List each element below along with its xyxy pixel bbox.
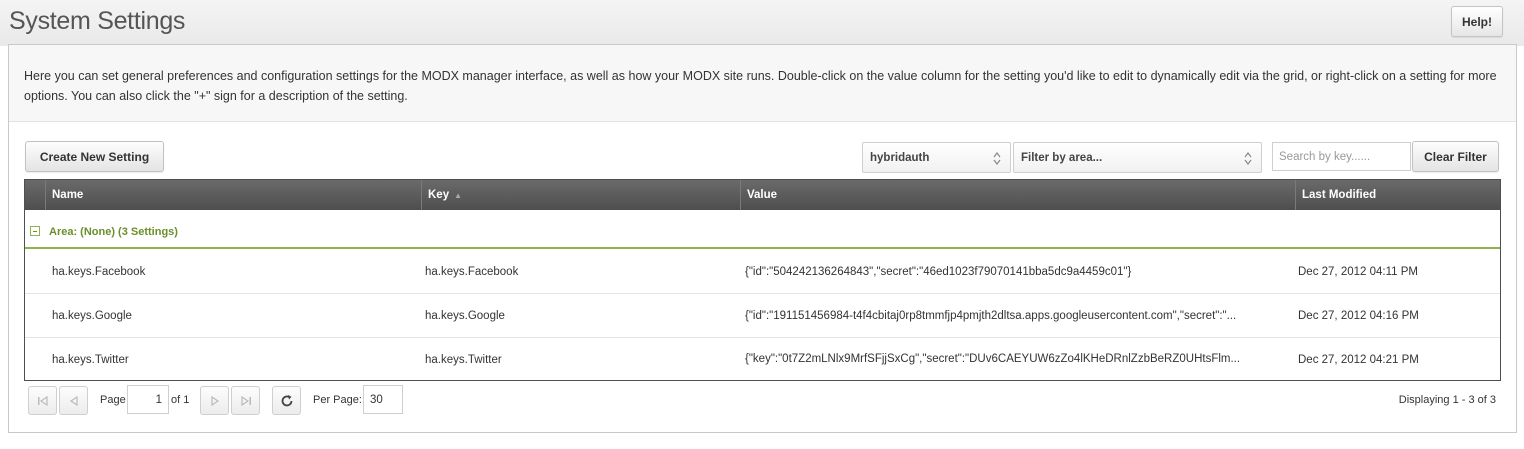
cell-last-modified: Dec 27, 2012 04:16 PM [1298, 310, 1419, 322]
prev-page-icon [69, 395, 78, 406]
page-total-label: of 1 [171, 394, 190, 406]
description-text: Here you can set general preferences and… [24, 69, 1497, 103]
cell-key: ha.keys.Facebook [425, 266, 519, 278]
cell-name: ha.keys.Facebook [52, 266, 146, 278]
select-arrows-icon [993, 152, 1001, 165]
refresh-button[interactable] [272, 386, 301, 415]
select-arrows-icon [1244, 152, 1252, 165]
grid-header: Name Key ▲ Value Last Modified [25, 180, 1500, 210]
group-header-row[interactable]: Area: (None) (3 Settings) [25, 210, 1500, 249]
first-page-icon [37, 395, 48, 406]
column-header-last-modified[interactable]: Last Modified [1295, 180, 1500, 210]
area-filter-select[interactable]: Filter by area... [1013, 142, 1262, 173]
column-header-value[interactable]: Value [740, 180, 1295, 210]
namespace-select-value: hybridauth [870, 151, 930, 164]
cell-value[interactable]: {"id":"191151456984-t4f4cbitaj0rp8tmmfjp… [745, 295, 1275, 337]
cell-last-modified: Dec 27, 2012 04:11 PM [1298, 266, 1418, 278]
description-box: Here you can set general preferences and… [9, 45, 1516, 122]
settings-grid: Name Key ▲ Value Last Modified Area: (No… [24, 179, 1501, 381]
expander-column-header [25, 180, 45, 210]
table-row[interactable]: ha.keys.Twitter ha.keys.Twitter {"key":"… [25, 338, 1500, 380]
cell-last-modified: Dec 27, 2012 04:21 PM [1298, 353, 1419, 366]
displaying-count: Displaying 1 - 3 of 3 [1398, 394, 1496, 406]
cell-name: ha.keys.Google [52, 310, 132, 322]
column-header-name[interactable]: Name [45, 180, 421, 210]
table-row[interactable]: ha.keys.Google ha.keys.Google {"id":"191… [25, 295, 1500, 338]
first-page-button[interactable] [28, 386, 57, 415]
next-page-button[interactable] [200, 386, 229, 415]
search-key-input[interactable] [1272, 142, 1411, 171]
page-title: System Settings [9, 7, 186, 35]
page-label: Page [100, 394, 126, 406]
prev-page-button[interactable] [59, 386, 88, 415]
help-button[interactable]: Help! [1451, 6, 1503, 37]
next-page-icon [210, 395, 219, 406]
per-page-input[interactable] [363, 385, 403, 414]
area-filter-placeholder: Filter by area... [1021, 151, 1103, 164]
cell-value[interactable]: {"id":"504242136264843","secret":"46ed10… [745, 251, 1275, 293]
table-row[interactable]: ha.keys.Facebook ha.keys.Facebook {"id":… [25, 251, 1500, 294]
cell-key: ha.keys.Google [425, 310, 505, 322]
cell-value[interactable]: {"key":"0t7Z2mLNlx9MrfSFjjSxCg","secret"… [745, 338, 1275, 380]
collapse-icon[interactable] [30, 226, 40, 236]
namespace-select[interactable]: hybridauth [862, 142, 1011, 173]
sort-asc-icon: ▲ [454, 190, 463, 200]
cell-key: ha.keys.Twitter [425, 353, 502, 366]
clear-filter-button[interactable]: Clear Filter [1412, 141, 1499, 172]
group-label: Area: (None) (3 Settings) [49, 226, 178, 238]
paging-toolbar: Page of 1 Per Page: Displaying 1 - 3 of … [0, 381, 1524, 421]
cell-name: ha.keys.Twitter [52, 353, 129, 366]
refresh-icon [281, 394, 292, 406]
top-bar: System Settings Help! [0, 0, 1524, 46]
per-page-label: Per Page: [313, 394, 362, 406]
column-header-key[interactable]: Key ▲ [421, 180, 740, 210]
create-setting-button[interactable]: Create New Setting [25, 141, 164, 172]
last-page-icon [240, 395, 251, 406]
page-number-input[interactable] [127, 385, 169, 414]
last-page-button[interactable] [231, 386, 260, 415]
